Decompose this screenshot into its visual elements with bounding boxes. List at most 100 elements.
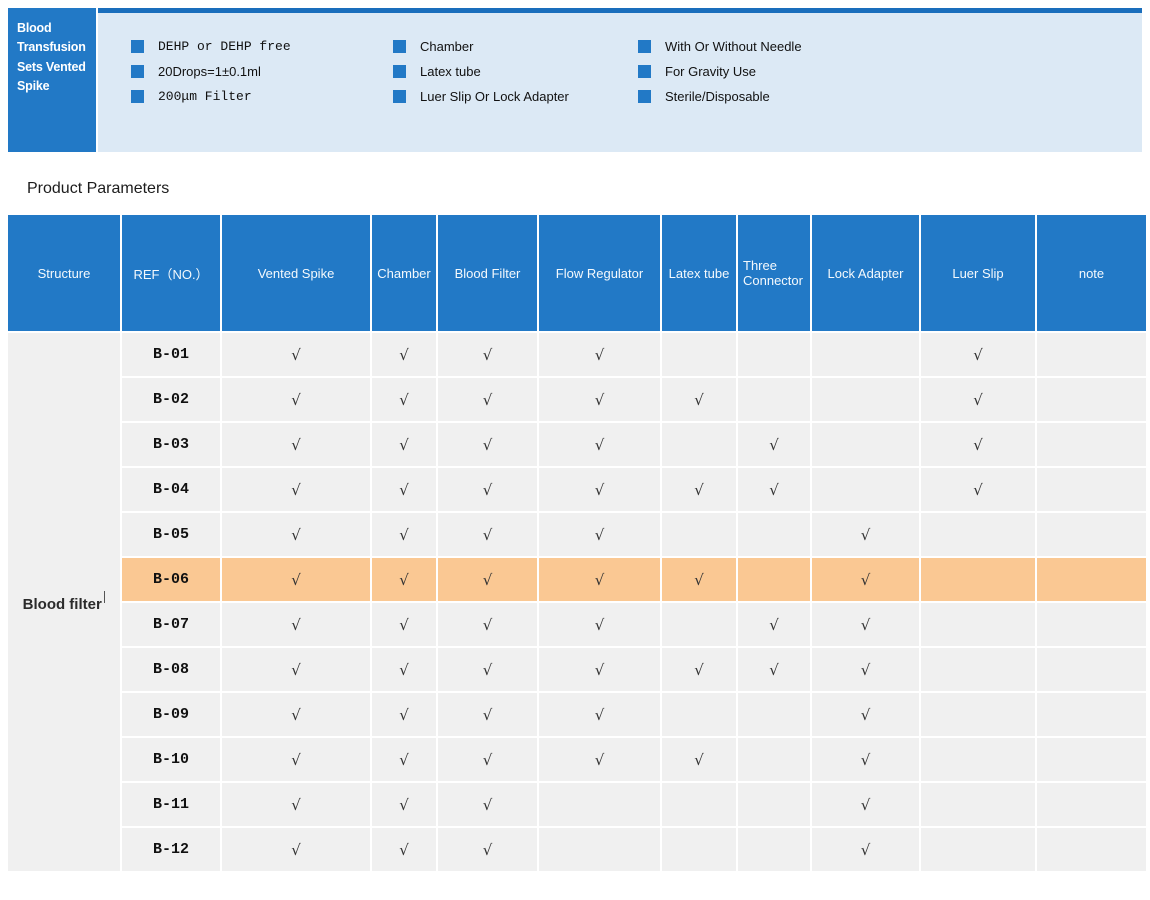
cell-luer-slip [921, 648, 1037, 693]
ref-cell: B-05 [122, 513, 222, 558]
cell-flow-regulator: √ [539, 333, 662, 378]
table-row-b-06: B-06 √ √ √ √ √ √ [8, 558, 1146, 603]
cell-vented-spike: √ [222, 378, 372, 423]
cell-three-connector [738, 333, 812, 378]
cell-chamber: √ [372, 423, 438, 468]
col-header-blood-filter: Blood Filter [438, 215, 539, 333]
product-title-tab: Blood Transfusion Sets Vented Spike [8, 8, 96, 152]
cell-flow-regulator: √ [539, 648, 662, 693]
ref-cell: B-02 [122, 378, 222, 423]
cell-vented-spike: √ [222, 738, 372, 783]
cell-luer-slip [921, 738, 1037, 783]
cell-latex-tube: √ [662, 738, 738, 783]
table-row-b-11: B-11 √ √ √ √ [8, 783, 1146, 828]
bullet-square-icon [131, 40, 144, 53]
ref-cell: B-12 [122, 828, 222, 873]
features-column-1: DEHP or DEHP free 20Drops=1±0.1ml 200μm … [131, 39, 393, 104]
ref-cell: B-11 [122, 783, 222, 828]
cell-flow-regulator: √ [539, 513, 662, 558]
table-row-b-05: B-05 √ √ √ √ √ [8, 513, 1146, 558]
cell-latex-tube [662, 693, 738, 738]
col-header-three-connector: Three Connector [738, 215, 812, 333]
parameters-table: Structure REF（NO.） Vented Spike Chamber … [8, 215, 1146, 873]
bullet-square-icon [393, 40, 406, 53]
ref-cell: B-09 [122, 693, 222, 738]
cell-blood-filter: √ [438, 693, 539, 738]
cell-note [1037, 603, 1146, 648]
cell-blood-filter: √ [438, 783, 539, 828]
cell-note [1037, 378, 1146, 423]
cell-lock-adapter [812, 333, 921, 378]
cell-vented-spike: √ [222, 468, 372, 513]
structure-cell[interactable]: Blood filter [8, 333, 122, 873]
cell-lock-adapter: √ [812, 558, 921, 603]
col-header-vented-spike: Vented Spike [222, 215, 372, 333]
ref-cell: B-03 [122, 423, 222, 468]
product-title: Blood Transfusion Sets Vented Spike [17, 21, 86, 94]
cell-luer-slip [921, 828, 1037, 873]
col-header-flow-regulator: Flow Regulator [539, 215, 662, 333]
cell-latex-tube [662, 603, 738, 648]
ref-cell: B-04 [122, 468, 222, 513]
cell-latex-tube: √ [662, 558, 738, 603]
cell-latex-tube: √ [662, 468, 738, 513]
cell-note [1037, 828, 1146, 873]
cell-latex-tube: √ [662, 378, 738, 423]
cell-lock-adapter: √ [812, 648, 921, 693]
cell-lock-adapter: √ [812, 603, 921, 648]
cell-note [1037, 648, 1146, 693]
cell-three-connector: √ [738, 423, 812, 468]
feature-item: For Gravity Use [638, 64, 802, 79]
cell-three-connector [738, 828, 812, 873]
feature-label: Latex tube [420, 64, 481, 79]
cell-note [1037, 333, 1146, 378]
cell-vented-spike: √ [222, 423, 372, 468]
cell-lock-adapter [812, 378, 921, 423]
bullet-square-icon [638, 40, 651, 53]
cell-blood-filter: √ [438, 378, 539, 423]
cell-latex-tube: √ [662, 648, 738, 693]
feature-item: 20Drops=1±0.1ml [131, 64, 393, 79]
cell-lock-adapter: √ [812, 783, 921, 828]
table-row-b-12: B-12 √ √ √ √ [8, 828, 1146, 873]
cell-three-connector: √ [738, 603, 812, 648]
cell-chamber: √ [372, 468, 438, 513]
bullet-square-icon [638, 90, 651, 103]
cell-chamber: √ [372, 558, 438, 603]
cell-chamber: √ [372, 648, 438, 693]
bullet-square-icon [638, 65, 651, 78]
col-header-luer-slip: Luer Slip [921, 215, 1037, 333]
cell-blood-filter: √ [438, 423, 539, 468]
ref-cell: B-07 [122, 603, 222, 648]
feature-item: 200μm Filter [131, 89, 393, 104]
ref-cell: B-10 [122, 738, 222, 783]
section-title: Product Parameters [27, 180, 170, 197]
cell-flow-regulator: √ [539, 603, 662, 648]
table-header-row: Structure REF（NO.） Vented Spike Chamber … [8, 215, 1146, 333]
cell-flow-regulator: √ [539, 423, 662, 468]
cell-luer-slip: √ [921, 423, 1037, 468]
cell-lock-adapter: √ [812, 828, 921, 873]
cell-three-connector [738, 738, 812, 783]
cell-latex-tube [662, 783, 738, 828]
cell-chamber: √ [372, 513, 438, 558]
col-header-structure: Structure [8, 215, 122, 333]
table-row-b-02: B-02 √ √ √ √ √ √ [8, 378, 1146, 423]
cell-latex-tube [662, 513, 738, 558]
cell-vented-spike: √ [222, 513, 372, 558]
cell-chamber: √ [372, 738, 438, 783]
col-header-latex-tube: Latex tube [662, 215, 738, 333]
feature-label: Chamber [420, 39, 474, 54]
cell-three-connector: √ [738, 468, 812, 513]
feature-label: 200μm Filter [158, 89, 252, 104]
feature-label: Sterile/Disposable [665, 89, 770, 104]
cell-blood-filter: √ [438, 828, 539, 873]
cell-chamber: √ [372, 693, 438, 738]
cell-latex-tube [662, 333, 738, 378]
features-column-3: With Or Without Needle For Gravity Use S… [638, 39, 802, 104]
cell-vented-spike: √ [222, 783, 372, 828]
cell-chamber: √ [372, 333, 438, 378]
cell-blood-filter: √ [438, 513, 539, 558]
cell-blood-filter: √ [438, 738, 539, 783]
cell-flow-regulator: √ [539, 468, 662, 513]
